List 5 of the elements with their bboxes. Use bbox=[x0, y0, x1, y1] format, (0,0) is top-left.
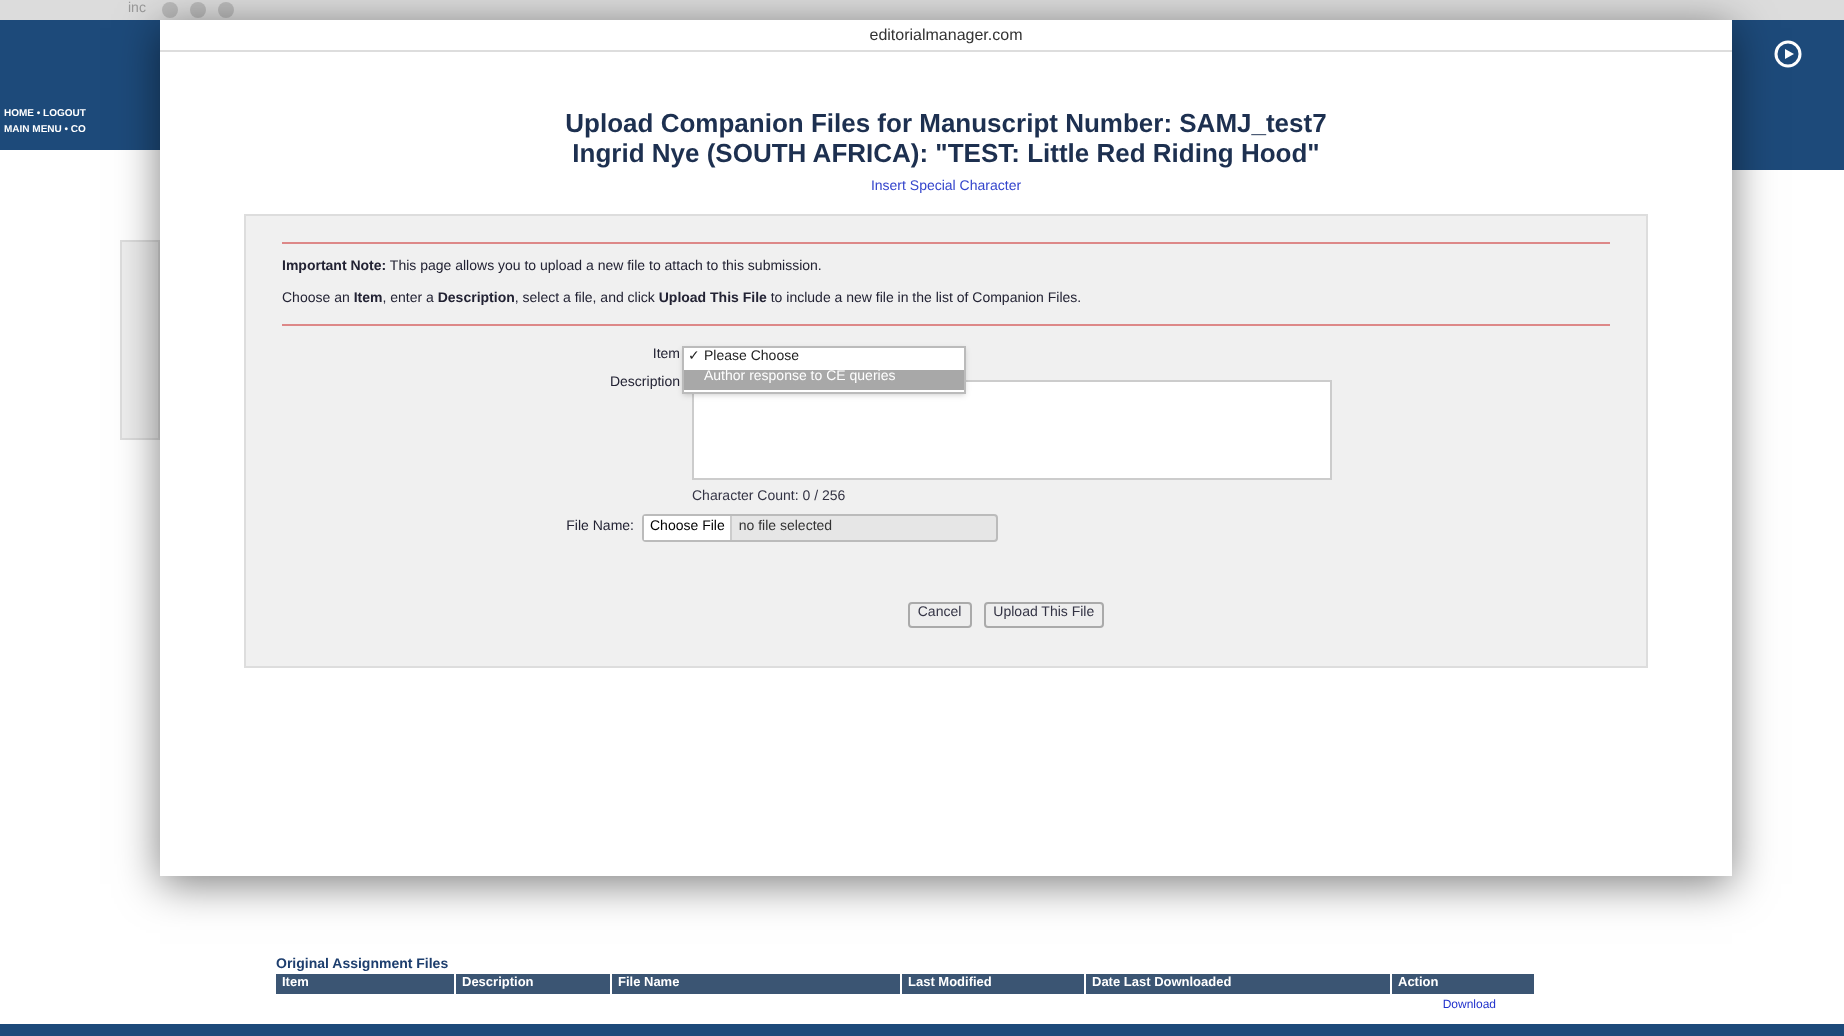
url-bar: editorialmanager.com bbox=[160, 20, 1732, 52]
description-field[interactable] bbox=[692, 379, 1332, 479]
dialog-title: Upload Companion Files for Manuscript Number: SAMJ_test7 bbox=[565, 108, 1327, 138]
dialog-title: Ingrid Nye (SOUTH AFRICA): "TEST: Little Red Riding Hood" bbox=[572, 138, 1320, 168]
play-icon[interactable] bbox=[1774, 40, 1802, 68]
